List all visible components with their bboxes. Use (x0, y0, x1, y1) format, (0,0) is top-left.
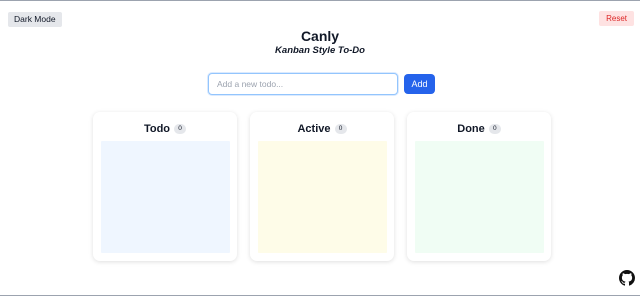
todo-drop-zone[interactable] (101, 141, 230, 253)
new-todo-input[interactable] (208, 73, 398, 95)
done-drop-zone[interactable] (415, 141, 544, 253)
column-header: Done 0 (407, 122, 551, 135)
app-subtitle: Kanban Style To-Do (275, 45, 365, 56)
column-title: Done (457, 122, 485, 135)
reset-button[interactable]: Reset (599, 11, 634, 26)
column-title: Todo (143, 122, 171, 135)
add-todo-button[interactable]: Add (404, 74, 435, 94)
column-todo: Todo 0 (93, 112, 237, 261)
dark-mode-button[interactable]: Dark Mode (8, 12, 62, 27)
count-badge: 0 (488, 123, 501, 134)
active-drop-zone[interactable] (258, 141, 387, 253)
column-done: Done 0 (407, 112, 551, 261)
column-active: Active 0 (250, 112, 394, 261)
column-title: Active (297, 122, 331, 135)
count-badge: 0 (334, 123, 347, 134)
github-icon[interactable] (619, 270, 635, 286)
column-header: Todo 0 (93, 122, 237, 135)
app-title: Canly (300, 28, 340, 44)
count-badge: 0 (174, 123, 187, 134)
column-header: Active 0 (250, 122, 394, 135)
